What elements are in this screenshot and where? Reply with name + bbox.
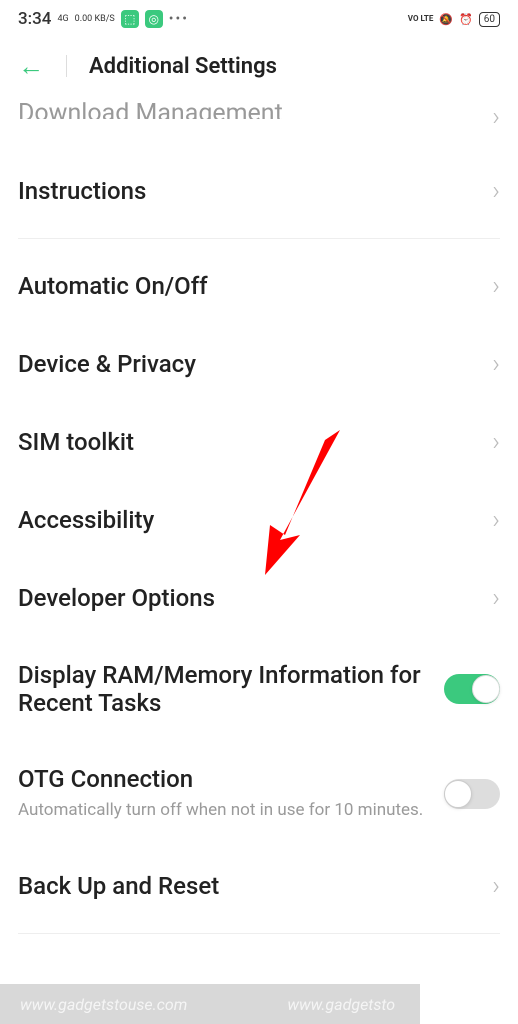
header-divider: [66, 55, 67, 77]
item-description: Automatically turn off when not in use f…: [18, 799, 424, 823]
mute-icon: 🔕: [439, 13, 453, 26]
toggle-knob: [472, 675, 500, 703]
chevron-right-icon: ›: [492, 505, 500, 535]
section-divider: [18, 238, 500, 239]
settings-item-otg: OTG Connection Automatically turn off wh…: [18, 741, 500, 847]
chevron-right-icon: ›: [492, 583, 500, 613]
settings-item-backup-reset[interactable]: Back Up and Reset ›: [18, 847, 500, 925]
settings-item-developer-options[interactable]: Developer Options ›: [18, 559, 500, 637]
otg-toggle[interactable]: [444, 779, 500, 809]
status-left: 3:34 4G 0.00 KB/S ⬚ ◎ •••: [18, 9, 189, 29]
volte-icon: VO LTE: [408, 15, 434, 22]
status-more-icon: •••: [169, 11, 189, 27]
status-bar: 3:34 4G 0.00 KB/S ⬚ ◎ ••• VO LTE 🔕 ⏰ 60: [0, 0, 518, 38]
settings-item-sim-toolkit[interactable]: SIM toolkit ›: [18, 403, 500, 481]
chevron-right-icon: ›: [492, 271, 500, 301]
status-signal: 4G: [57, 15, 68, 24]
item-label: Back Up and Reset: [18, 872, 219, 900]
page-title: Additional Settings: [89, 54, 277, 79]
alarm-icon: ⏰: [459, 13, 473, 26]
ram-display-toggle[interactable]: [444, 674, 500, 704]
status-app-icon-1: ⬚: [121, 10, 139, 28]
settings-list: Download Management › Instructions › Aut…: [0, 94, 518, 934]
status-app-icon-2: ◎: [145, 10, 163, 28]
item-label: Instructions: [18, 177, 146, 205]
settings-item-download-management[interactable]: Download Management ›: [18, 94, 500, 152]
watermark-bar: www.gadgetstouse.com www.gadgetsto: [0, 984, 420, 1024]
chevron-right-icon: ›: [492, 349, 500, 379]
section-divider: [18, 933, 500, 934]
status-time: 3:34: [18, 9, 51, 29]
item-label: Automatic On/Off: [18, 272, 208, 300]
status-speed: 0.00 KB/S: [75, 15, 115, 24]
chevron-right-icon: ›: [492, 427, 500, 457]
item-label: Developer Options: [18, 584, 215, 612]
item-label: SIM toolkit: [18, 428, 134, 456]
settings-item-auto-onoff[interactable]: Automatic On/Off ›: [18, 247, 500, 325]
settings-item-device-privacy[interactable]: Device & Privacy ›: [18, 325, 500, 403]
item-label: Display RAM/Memory Information for Recen…: [18, 661, 424, 717]
chevron-right-icon: ›: [492, 871, 500, 901]
chevron-right-icon: ›: [492, 176, 500, 206]
settings-item-instructions[interactable]: Instructions ›: [18, 152, 500, 230]
settings-item-ram-display: Display RAM/Memory Information for Recen…: [18, 637, 500, 741]
settings-item-accessibility[interactable]: Accessibility ›: [18, 481, 500, 559]
toggle-knob: [444, 780, 472, 808]
chevron-right-icon: ›: [492, 102, 500, 132]
item-label: Accessibility: [18, 506, 154, 534]
battery-icon: 60: [479, 12, 500, 27]
back-arrow-icon[interactable]: ←: [18, 51, 44, 82]
item-label: Device & Privacy: [18, 350, 196, 378]
status-right: VO LTE 🔕 ⏰ 60: [408, 12, 500, 27]
watermark-text: www.gadgetstouse.com: [20, 995, 187, 1014]
item-label: Download Management: [18, 99, 283, 119]
header: ← Additional Settings: [0, 38, 518, 94]
item-label: OTG Connection: [18, 765, 424, 793]
watermark-text-2: www.gadgetsto: [287, 995, 395, 1014]
